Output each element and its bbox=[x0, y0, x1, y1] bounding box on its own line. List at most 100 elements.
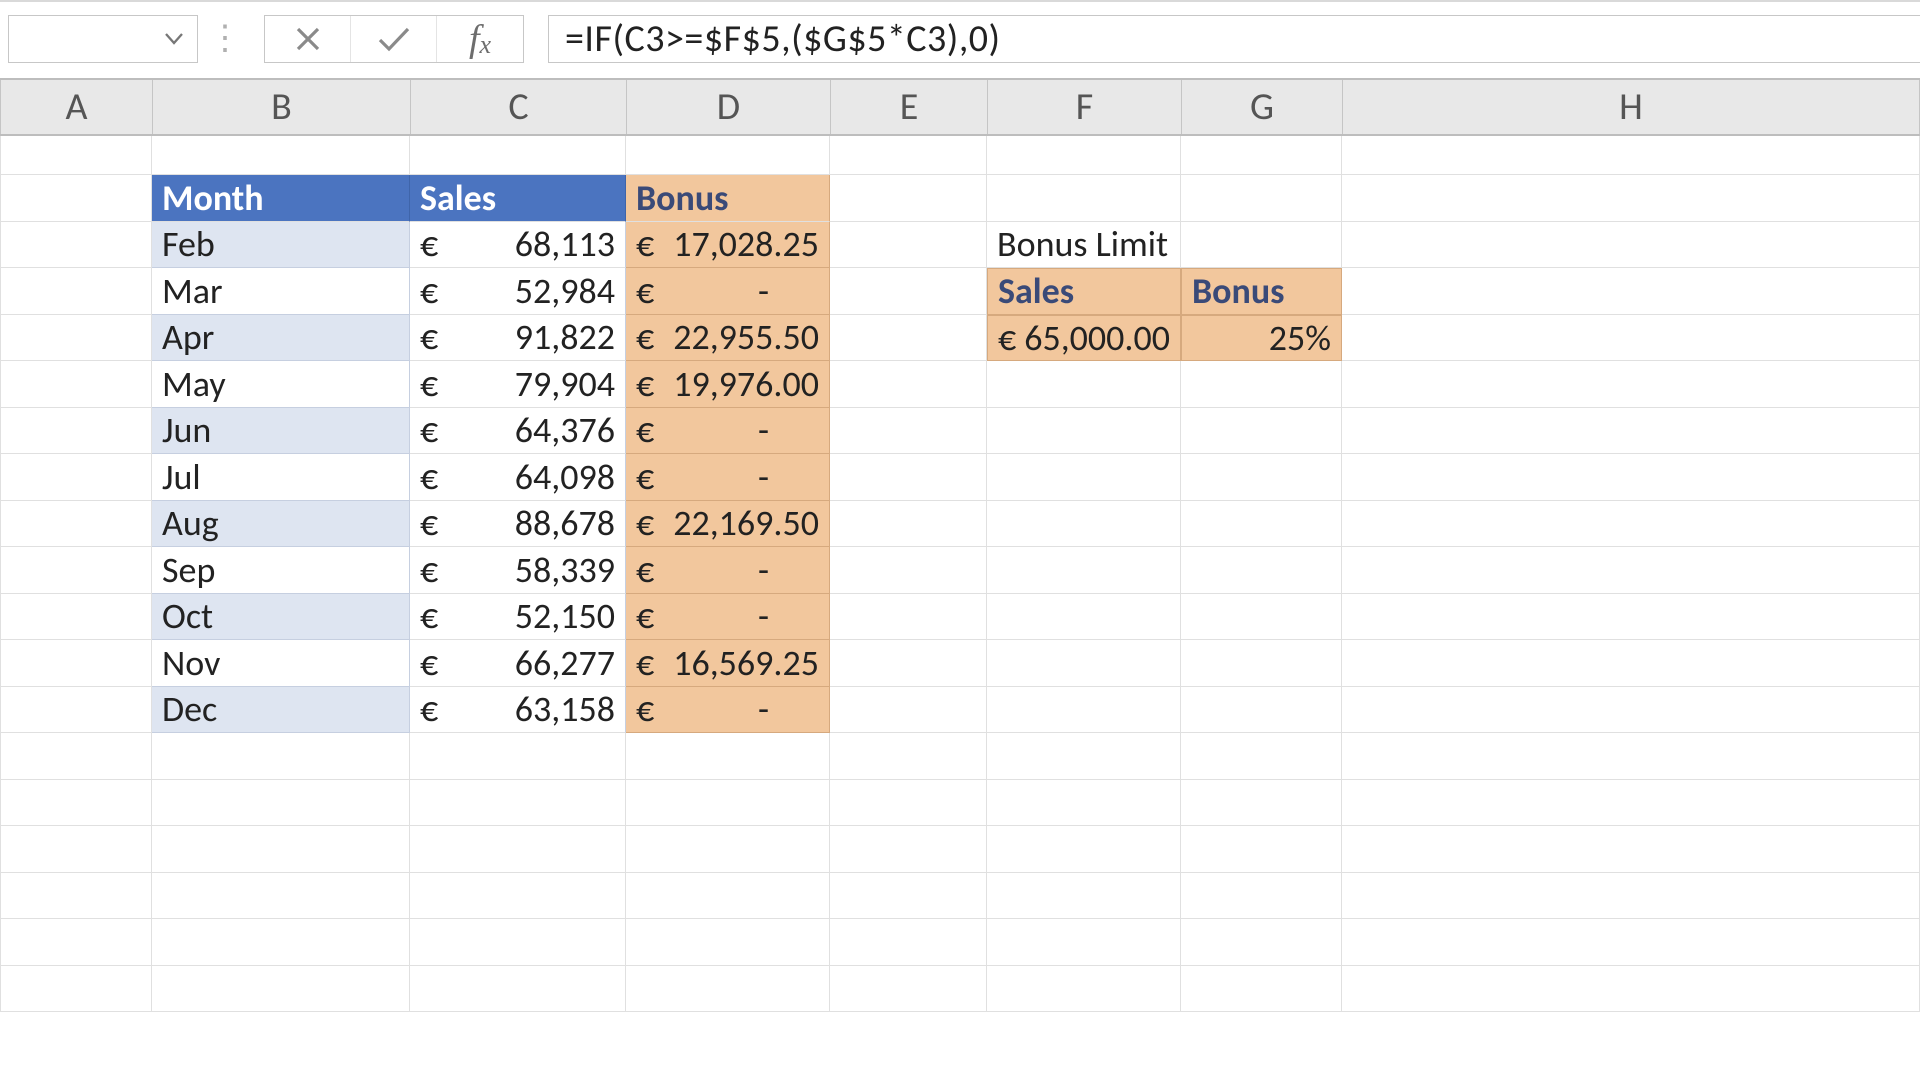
month-cell[interactable]: Apr bbox=[152, 315, 410, 362]
month-cell[interactable]: Dec bbox=[152, 687, 410, 734]
sales-cell[interactable]: €52,150 bbox=[410, 594, 626, 641]
cell-blank[interactable] bbox=[0, 594, 152, 641]
bonus-cell[interactable]: €- bbox=[626, 547, 830, 594]
fx-icon[interactable]: fx bbox=[437, 16, 523, 62]
month-cell[interactable]: Jul bbox=[152, 454, 410, 501]
cell-H1[interactable] bbox=[1342, 136, 1920, 175]
cell-blank[interactable] bbox=[1342, 594, 1920, 641]
cell-B1[interactable] bbox=[152, 136, 410, 175]
month-cell[interactable]: Oct bbox=[152, 594, 410, 641]
cell-blank[interactable] bbox=[830, 594, 987, 641]
cell-F1[interactable] bbox=[987, 136, 1181, 175]
cell-E2[interactable] bbox=[830, 175, 987, 222]
cell-blank[interactable] bbox=[0, 222, 152, 269]
cell-blank[interactable] bbox=[830, 222, 987, 269]
cell-blank[interactable] bbox=[987, 640, 1181, 687]
cell-blank[interactable] bbox=[987, 408, 1181, 455]
month-cell[interactable]: Mar bbox=[152, 268, 410, 315]
cell-F2[interactable] bbox=[987, 175, 1181, 222]
bonus-cell[interactable]: €22,169.50 bbox=[626, 501, 830, 548]
limit-sales-value[interactable]: €65,000.00 bbox=[987, 315, 1181, 362]
bonus-cell[interactable]: €- bbox=[626, 687, 830, 734]
bonus-cell[interactable]: €- bbox=[626, 454, 830, 501]
cell-blank[interactable] bbox=[987, 547, 1181, 594]
cell-blank[interactable] bbox=[1342, 501, 1920, 548]
sales-cell[interactable]: €68,113 bbox=[410, 222, 626, 269]
name-box[interactable] bbox=[8, 15, 198, 63]
cell-blank[interactable] bbox=[0, 315, 152, 362]
bonus-cell[interactable]: €19,976.00 bbox=[626, 361, 830, 408]
month-cell[interactable]: Sep bbox=[152, 547, 410, 594]
limit-bonus-value[interactable]: 25% bbox=[1181, 315, 1342, 362]
cell-blank[interactable] bbox=[830, 687, 987, 734]
month-cell[interactable]: May bbox=[152, 361, 410, 408]
cell-A2[interactable] bbox=[0, 175, 152, 222]
cell-blank[interactable] bbox=[830, 547, 987, 594]
limit-header-sales[interactable]: Sales bbox=[987, 268, 1181, 315]
cell-E1[interactable] bbox=[830, 136, 987, 175]
cell-blank[interactable] bbox=[830, 361, 987, 408]
cell-blank[interactable] bbox=[0, 408, 152, 455]
cell-blank[interactable] bbox=[1342, 454, 1920, 501]
sales-cell[interactable]: €88,678 bbox=[410, 501, 626, 548]
sales-cell[interactable]: €64,376 bbox=[410, 408, 626, 455]
cell-blank[interactable] bbox=[1181, 501, 1342, 548]
cell-blank[interactable] bbox=[0, 687, 152, 734]
col-header-D[interactable]: D bbox=[627, 80, 831, 134]
bonus-cell[interactable]: €- bbox=[626, 408, 830, 455]
month-cell[interactable]: Nov bbox=[152, 640, 410, 687]
cell-D1[interactable] bbox=[626, 136, 830, 175]
limit-header-bonus[interactable]: Bonus bbox=[1181, 268, 1342, 315]
sales-cell[interactable]: €52,984 bbox=[410, 268, 626, 315]
cell-blank[interactable] bbox=[1181, 222, 1342, 269]
sales-cell[interactable]: €64,098 bbox=[410, 454, 626, 501]
sales-cell[interactable]: €79,904 bbox=[410, 361, 626, 408]
cell-blank[interactable] bbox=[830, 315, 987, 362]
chevron-down-icon[interactable] bbox=[157, 22, 191, 56]
cell-C1[interactable] bbox=[410, 136, 626, 175]
header-month[interactable]: Month bbox=[152, 175, 410, 222]
cell-blank[interactable] bbox=[1342, 315, 1920, 362]
cell-blank[interactable] bbox=[987, 594, 1181, 641]
cell-blank[interactable] bbox=[830, 501, 987, 548]
cell-blank[interactable] bbox=[1342, 687, 1920, 734]
cancel-button[interactable] bbox=[265, 16, 351, 62]
cell-blank[interactable] bbox=[1342, 361, 1920, 408]
enter-button[interactable] bbox=[351, 16, 437, 62]
cell-blank[interactable] bbox=[0, 547, 152, 594]
cell-blank[interactable] bbox=[1342, 547, 1920, 594]
month-cell[interactable]: Jun bbox=[152, 408, 410, 455]
bonus-cell[interactable]: €- bbox=[626, 268, 830, 315]
cell-blank[interactable] bbox=[0, 361, 152, 408]
cell-blank[interactable] bbox=[1342, 268, 1920, 315]
col-header-A[interactable]: A bbox=[1, 80, 153, 134]
cell-blank[interactable] bbox=[830, 268, 987, 315]
cell-G2[interactable] bbox=[1181, 175, 1342, 222]
cell-blank[interactable] bbox=[830, 640, 987, 687]
col-header-C[interactable]: C bbox=[411, 80, 627, 134]
cell-blank[interactable] bbox=[830, 408, 987, 455]
cell-blank[interactable] bbox=[1181, 547, 1342, 594]
formula-input[interactable]: =IF(C3>=$F$5,($G$5*C3),0) bbox=[548, 15, 1920, 63]
cell-blank[interactable] bbox=[0, 454, 152, 501]
cell-blank[interactable] bbox=[1342, 222, 1920, 269]
cell-blank[interactable] bbox=[1181, 687, 1342, 734]
cell-blank[interactable] bbox=[1181, 361, 1342, 408]
cell-blank[interactable] bbox=[1181, 594, 1342, 641]
cell-H2[interactable] bbox=[1342, 175, 1920, 222]
cell-blank[interactable] bbox=[1342, 408, 1920, 455]
sales-cell[interactable]: €58,339 bbox=[410, 547, 626, 594]
cell-blank[interactable] bbox=[0, 640, 152, 687]
cell-blank[interactable] bbox=[1181, 408, 1342, 455]
header-sales[interactable]: Sales bbox=[410, 175, 626, 222]
bonus-cell[interactable]: €17,028.25 bbox=[626, 222, 830, 269]
cell-blank[interactable] bbox=[1342, 640, 1920, 687]
cell-blank[interactable] bbox=[1181, 454, 1342, 501]
bonus-cell[interactable]: €16,569.25 bbox=[626, 640, 830, 687]
cell-blank[interactable] bbox=[987, 454, 1181, 501]
sales-cell[interactable]: €63,158 bbox=[410, 687, 626, 734]
month-cell[interactable]: Aug bbox=[152, 501, 410, 548]
cell-blank[interactable] bbox=[987, 361, 1181, 408]
cell-blank[interactable] bbox=[0, 501, 152, 548]
cell-blank[interactable] bbox=[830, 454, 987, 501]
